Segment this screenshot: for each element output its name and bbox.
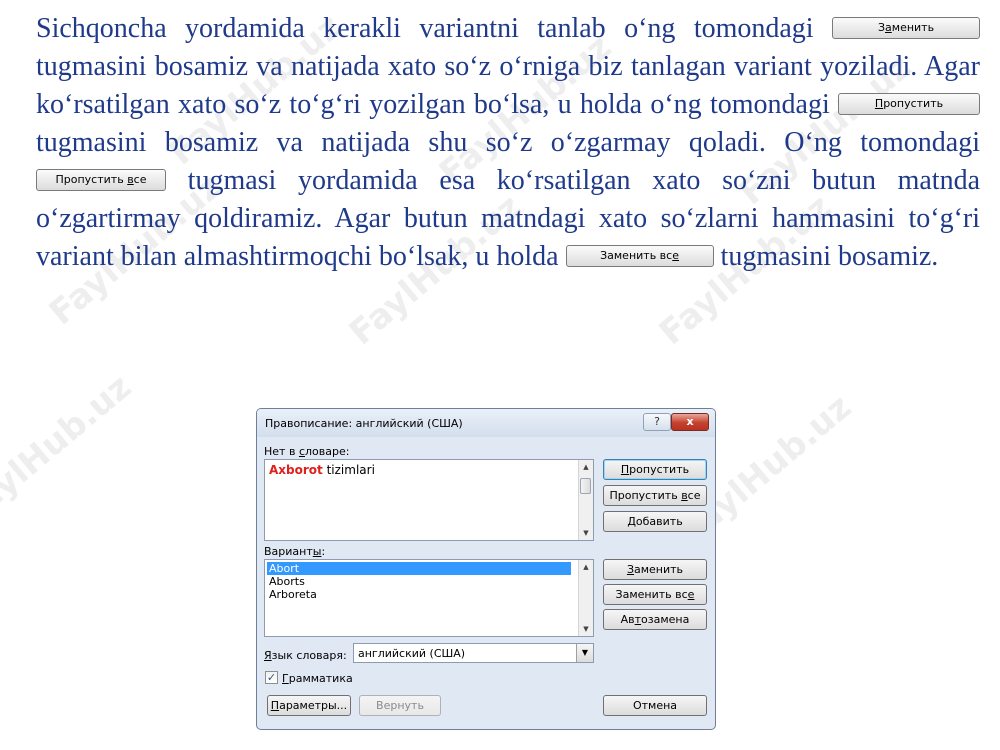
scroll-thumb[interactable] (580, 478, 591, 494)
text-line-5: tugmasini bosamiz. (720, 241, 939, 272)
suggestion-item[interactable]: Aborts (267, 575, 571, 588)
checkmark-icon: ✓ (266, 671, 277, 684)
replace-button[interactable]: Заменить (603, 559, 707, 580)
help-button[interactable]: ? (643, 413, 671, 431)
suggestion-item[interactable]: Arboreta (267, 588, 571, 601)
skip-all-button[interactable]: Пропустить все (603, 485, 707, 506)
add-button[interactable]: Добавить (603, 511, 707, 532)
close-icon: x (686, 415, 694, 428)
not-in-dictionary-label: Нет в словаре: (264, 445, 350, 458)
autocorrect-button[interactable]: Автозамена (603, 609, 707, 630)
grammar-checkbox[interactable]: ✓ (265, 671, 278, 684)
variants-label: Варианты: (264, 545, 326, 558)
options-button[interactable]: Параметры... (267, 695, 351, 716)
inline-skip-all-button-image: Пропустить все (36, 168, 166, 191)
dictionary-language-select[interactable]: английский (США) ▼ (353, 643, 594, 663)
scroll-up-icon[interactable]: ▲ (579, 560, 593, 574)
dialog-titlebar: Правописание: английский (США) ? x (257, 409, 715, 437)
suggestion-item[interactable]: Abort (267, 562, 571, 575)
inline-replace-all-button-image: Заменить все (565, 244, 714, 267)
misspelled-sentence: Axborot tizimlari (269, 463, 375, 477)
cancel-button[interactable]: Отмена (603, 695, 707, 716)
inline-replace-button-image: Заменить (832, 16, 981, 39)
suggestions-scrollbar[interactable]: ▲ ▼ (578, 560, 593, 636)
scroll-down-icon[interactable]: ▼ (579, 526, 593, 540)
replace-all-button[interactable]: Заменить все (603, 584, 707, 605)
dictionary-language-value: английский (США) (358, 647, 466, 660)
spelling-dialog: Правописание: английский (США) ? x Нет в… (256, 408, 716, 730)
textbox-scrollbar[interactable]: ▲ ▼ (578, 460, 593, 540)
grammar-label: Грамматика (282, 672, 353, 685)
chevron-down-icon[interactable]: ▼ (576, 644, 593, 662)
dialog-title: Правописание: английский (США) (265, 417, 463, 430)
suggestions-list[interactable]: Abort Aborts Arboreta ▲ ▼ (264, 559, 594, 637)
text-line-1: Sichqoncha yordamida kerakli variantni t… (36, 13, 814, 44)
help-icon: ? (654, 415, 660, 428)
scroll-up-icon[interactable]: ▲ (579, 460, 593, 474)
watermark: FaylHub.uz (0, 366, 140, 534)
undo-button[interactable]: Вернуть (359, 695, 441, 716)
paragraph: Sichqoncha yordamida kerakli variantni t… (36, 0, 981, 276)
scroll-down-icon[interactable]: ▼ (579, 622, 593, 636)
close-button[interactable]: x (671, 413, 709, 431)
text-line-3: tugmasini bosamiz va natijada shu so‘z o… (36, 127, 980, 158)
document-body: Sichqoncha yordamida kerakli variantni t… (36, 0, 981, 276)
dictionary-language-label: Язык словаря: (264, 649, 347, 662)
skip-button[interactable]: Пропустить (603, 459, 707, 480)
not-in-dictionary-textbox[interactable]: Axborot tizimlari ▲ ▼ (264, 459, 594, 541)
misspelled-word: Axborot (269, 463, 323, 477)
inline-skip-button-image: Пропустить (838, 92, 981, 115)
